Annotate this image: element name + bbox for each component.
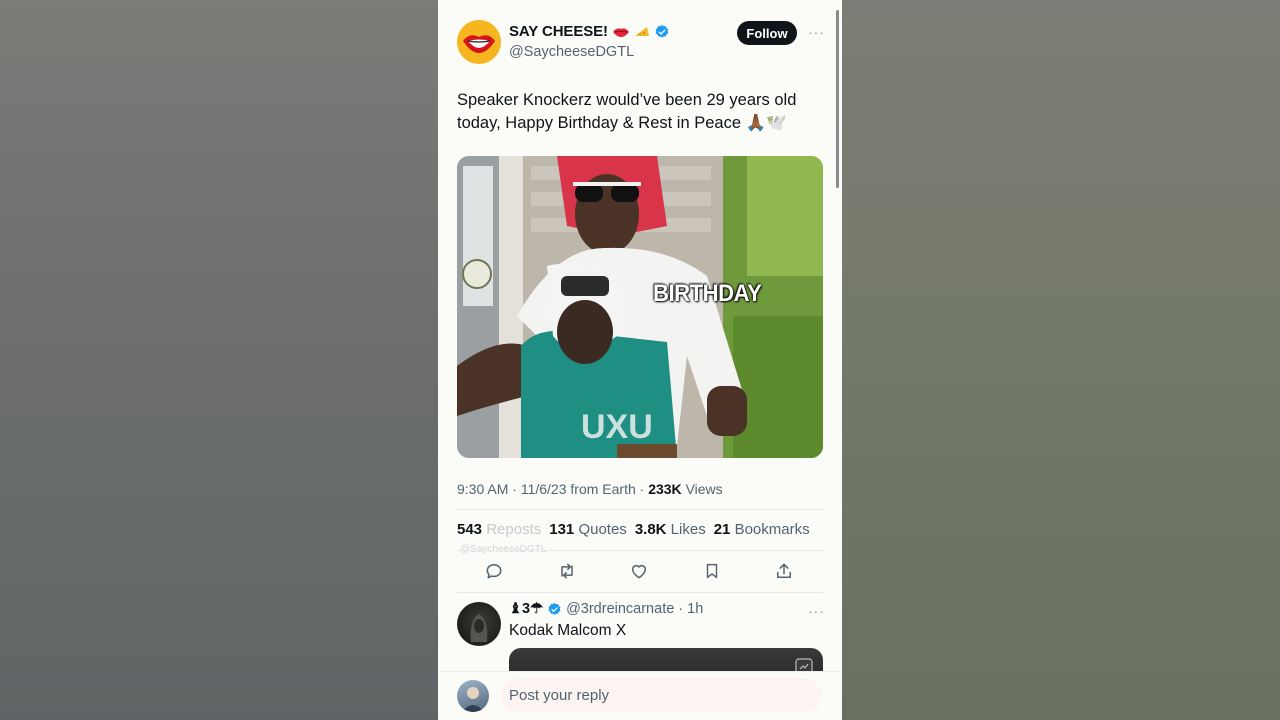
engagement-stats: 543 Reposts 131 Quotes 3.8K Likes 21 Boo…: [457, 521, 810, 538]
verified-badge-icon: [548, 602, 561, 615]
image-caption: BIRTHDAY: [653, 280, 762, 307]
video-background-right: [842, 0, 1280, 720]
video-background-left: [0, 0, 438, 720]
reply-icon: [486, 564, 502, 579]
tweet-time[interactable]: 9:30 AM: [457, 481, 508, 497]
likes-stat[interactable]: 3.8K Likes: [635, 521, 706, 538]
reply-text: Kodak Malcom X: [509, 622, 627, 639]
share-icon: [777, 563, 791, 578]
bookmark-icon: [706, 563, 717, 579]
divider: [457, 509, 823, 510]
reply-handle[interactable]: @3rdreincarnate: [566, 601, 674, 617]
reposts-label: Reposts: [486, 521, 542, 538]
repost-button[interactable]: [556, 560, 578, 582]
hooded-figure-avatar: [470, 614, 488, 642]
reply-display-name[interactable]: ♝3☂: [509, 601, 543, 617]
reply-button[interactable]: [483, 560, 505, 582]
share-button[interactable]: [773, 560, 795, 582]
tweet-screen: SAY CHEESE! @SaycheeseDGTL Follow ··· Sp…: [438, 0, 842, 720]
author-avatar[interactable]: [457, 20, 501, 64]
more-icon[interactable]: ···: [808, 24, 825, 40]
meta-separator: ·: [639, 481, 645, 497]
user-avatar-image: [462, 687, 484, 712]
svg-text:UXU: UXU: [581, 408, 653, 446]
tweet-meta: 9:30 AM · 11/6/23 from Earth · 233K View…: [457, 481, 723, 497]
repost-icon: [560, 563, 573, 579]
meta-separator: ·: [512, 481, 517, 497]
like-button[interactable]: [628, 560, 650, 582]
divider: [457, 550, 823, 551]
tweet-date[interactable]: 11/6/23: [521, 481, 567, 497]
views-label: Views: [685, 481, 723, 497]
likes-count: 3.8K: [634, 521, 667, 538]
action-bar: [483, 560, 795, 582]
reposts-count: 543: [457, 521, 483, 538]
lips-emoji-icon: [612, 27, 629, 37]
author-display-name[interactable]: SAY CHEESE!: [509, 23, 608, 40]
tweet-text: Speaker Knockerz would’ve been 29 years …: [457, 91, 797, 132]
verified-badge-icon: [655, 24, 669, 38]
quotes-count: 131: [549, 521, 575, 538]
reply-author-avatar[interactable]: [457, 602, 501, 646]
scrollbar[interactable]: [836, 10, 839, 188]
bookmarks-stat[interactable]: 21 Bookmarks: [714, 521, 810, 538]
reply-time[interactable]: 1h: [687, 601, 703, 617]
user-avatar[interactable]: [457, 680, 489, 712]
more-icon[interactable]: ···: [808, 603, 825, 619]
bookmarks-count: 21: [713, 521, 731, 538]
likes-label: Likes: [670, 521, 706, 538]
bookmarks-label: Bookmarks: [734, 521, 810, 538]
lips-logo-icon: [463, 35, 495, 53]
tweet-image[interactable]: UXU BIRTHDAY: [457, 156, 823, 458]
reply-header: ♝3☂ @3rdreincarnate · 1h: [509, 601, 703, 617]
divider: [457, 592, 823, 593]
tweet-location: from Earth: [570, 481, 636, 497]
quotes-label: Quotes: [578, 521, 627, 538]
like-icon: [632, 564, 646, 579]
quotes-stat[interactable]: 131 Quotes: [549, 521, 627, 538]
reposts-stat[interactable]: 543 Reposts: [457, 521, 541, 538]
follow-button[interactable]: Follow: [737, 21, 797, 45]
bookmark-button[interactable]: [701, 560, 723, 582]
meta-separator: ·: [678, 601, 684, 617]
author-handle[interactable]: @SaycheeseDGTL: [509, 44, 634, 60]
author-name-row: SAY CHEESE!: [509, 23, 670, 40]
reply-input[interactable]: Post your reply: [501, 678, 821, 712]
reply-composer: Post your reply: [438, 671, 842, 720]
views-count: 233K: [648, 481, 682, 497]
cheese-emoji-icon: [634, 26, 649, 36]
tweet-photo: UXU: [457, 156, 823, 458]
